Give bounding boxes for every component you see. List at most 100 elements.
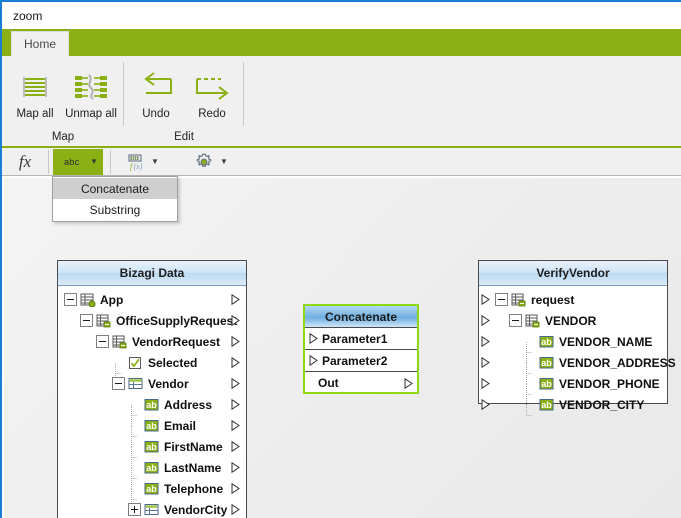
- map-arrow-icon[interactable]: [231, 378, 240, 389]
- undo-label: Undo: [142, 108, 170, 120]
- function-input-row[interactable]: Parameter1: [305, 328, 417, 350]
- redo-icon: [190, 68, 234, 106]
- tree-row[interactable]: App: [58, 289, 246, 310]
- undo-button[interactable]: Undo: [128, 62, 184, 120]
- tree-row[interactable]: abFirstName: [58, 436, 246, 457]
- ab-icon: ab: [539, 398, 555, 412]
- tree-row[interactable]: VendorRequest: [58, 331, 246, 352]
- entity-icon: [80, 293, 96, 307]
- tree-row[interactable]: Vendor: [58, 373, 246, 394]
- input-port-icon[interactable]: [309, 333, 318, 344]
- collapse-icon[interactable]: [495, 293, 508, 306]
- map-arrow-icon[interactable]: [231, 357, 240, 368]
- source-panel-title: Bizagi Data: [120, 266, 185, 280]
- collapse-icon[interactable]: [64, 293, 77, 306]
- tree-row-label: request: [531, 293, 574, 307]
- window-title: zoom: [13, 9, 42, 23]
- tree-row-label: Vendor: [148, 377, 189, 391]
- function-input-row[interactable]: Parameter2: [305, 350, 417, 372]
- menu-item-substring[interactable]: Substring: [53, 199, 177, 220]
- tree-row-label: OfficeSupplyRequest: [116, 314, 237, 328]
- source-tree[interactable]: App OfficeSupplyRequest VendorRequest Selec…: [58, 286, 246, 518]
- svg-text:ab: ab: [146, 421, 157, 431]
- unmap-all-label: Unmap all: [65, 108, 117, 120]
- mapping-canvas[interactable]: Bizagi Data App OfficeSupplyRequest Vendor…: [4, 178, 681, 518]
- gear-icon: [191, 152, 217, 172]
- map-arrow-icon[interactable]: [231, 315, 240, 326]
- expand-icon[interactable]: [128, 503, 141, 516]
- tree-row[interactable]: VENDOR: [479, 310, 667, 331]
- chevron-down-icon-2[interactable]: ▼: [148, 158, 161, 166]
- function-toolbar: fx abc ▼: [2, 148, 681, 176]
- map-arrow-icon[interactable]: [231, 399, 240, 410]
- map-arrow-icon[interactable]: [231, 294, 240, 305]
- tree-row[interactable]: ab Email: [58, 415, 246, 436]
- tree-row[interactable]: Selected: [58, 352, 246, 373]
- collapse-icon[interactable]: [80, 314, 93, 327]
- concatenate-function-node[interactable]: Concatenate Parameter1Parameter2Out: [303, 304, 419, 394]
- input-port-icon[interactable]: [309, 355, 318, 366]
- ab-icon: ab: [539, 335, 555, 349]
- chevron-down-icon[interactable]: ▼: [87, 158, 100, 166]
- settings-functions-button[interactable]: ▼: [188, 149, 233, 175]
- collection-icon: [525, 314, 541, 328]
- map-arrow-icon[interactable]: [481, 315, 490, 326]
- map-arrow-icon[interactable]: [481, 378, 490, 389]
- map-all-button[interactable]: Map all: [7, 62, 63, 120]
- function-node-rows: Parameter1Parameter2Out: [305, 328, 417, 394]
- svg-text:(x): (x): [134, 162, 143, 171]
- string-functions-button[interactable]: abc ▼: [53, 149, 103, 175]
- collapse-icon[interactable]: [509, 314, 522, 327]
- map-arrow-icon[interactable]: [231, 441, 240, 452]
- tree-row[interactable]: OfficeSupplyRequest: [58, 310, 246, 331]
- collapse-icon[interactable]: [96, 335, 109, 348]
- map-arrow-icon[interactable]: [231, 336, 240, 347]
- ribbon: Map all: [2, 56, 681, 148]
- map-arrow-icon[interactable]: [231, 504, 240, 515]
- tree-row[interactable]: abAddress: [58, 394, 246, 415]
- redo-button[interactable]: Redo: [184, 62, 240, 120]
- menu-item-concatenate[interactable]: Concatenate: [53, 178, 177, 199]
- menu-item-substring-label: Substring: [90, 203, 141, 217]
- ribbon-group-map-label: Map: [52, 131, 74, 146]
- svg-text:ab: ab: [541, 379, 552, 389]
- math-functions-button[interactable]: f (x) ▼: [119, 149, 164, 175]
- map-arrow-icon[interactable]: [481, 294, 490, 305]
- map-arrow-icon[interactable]: [481, 336, 490, 347]
- tree-row[interactable]: abTelephone: [58, 478, 246, 499]
- toolbar-divider-2: [110, 150, 111, 174]
- ab-icon: ab: [144, 461, 160, 475]
- map-arrow-icon[interactable]: [481, 357, 490, 368]
- output-port-icon[interactable]: [404, 378, 413, 389]
- collapse-icon[interactable]: [112, 377, 125, 390]
- tree-row[interactable]: request: [479, 289, 667, 310]
- tree-row[interactable]: abVENDOR_NAME: [479, 331, 667, 352]
- string-functions-menu: Concatenate Substring: [52, 176, 178, 222]
- source-data-panel: Bizagi Data App OfficeSupplyRequest Vendor…: [57, 260, 247, 518]
- unmap-all-button[interactable]: Unmap all: [63, 62, 119, 120]
- tree-row-label: Selected: [148, 356, 197, 370]
- map-arrow-icon[interactable]: [231, 483, 240, 494]
- map-arrow-icon[interactable]: [481, 399, 490, 410]
- target-tree[interactable]: request VENDORabVENDOR_NAMEabVENDOR_ADDRE…: [479, 286, 667, 415]
- tree-row[interactable]: ab VENDOR_PHONE: [479, 373, 667, 394]
- tree-row-label: Email: [164, 419, 196, 433]
- ab-icon: ab: [144, 419, 160, 433]
- function-output-row[interactable]: Out: [305, 372, 417, 394]
- tree-row[interactable]: VendorCity: [58, 499, 246, 518]
- ribbon-group-edit-label: Edit: [174, 131, 194, 146]
- svg-text:ab: ab: [541, 337, 552, 347]
- target-service-panel: VerifyVendor requestVENDORabVENDOR_NAMEa…: [478, 260, 668, 404]
- tree-row[interactable]: abLastName: [58, 457, 246, 478]
- map-arrow-icon[interactable]: [231, 462, 240, 473]
- tree-row-label: VENDOR_PHONE: [559, 377, 660, 391]
- chevron-down-icon-3[interactable]: ▼: [217, 158, 230, 166]
- tree-row[interactable]: abVENDOR_CITY: [479, 394, 667, 415]
- map-arrow-icon[interactable]: [231, 420, 240, 431]
- function-node-title: Concatenate: [325, 310, 397, 324]
- tree-row[interactable]: abVENDOR_ADDRESS: [479, 352, 667, 373]
- tab-home[interactable]: Home: [11, 31, 69, 56]
- target-panel-header: VerifyVendor: [479, 261, 667, 286]
- tree-row-label: VendorCity: [164, 503, 227, 517]
- abc-icon: abc: [56, 157, 87, 167]
